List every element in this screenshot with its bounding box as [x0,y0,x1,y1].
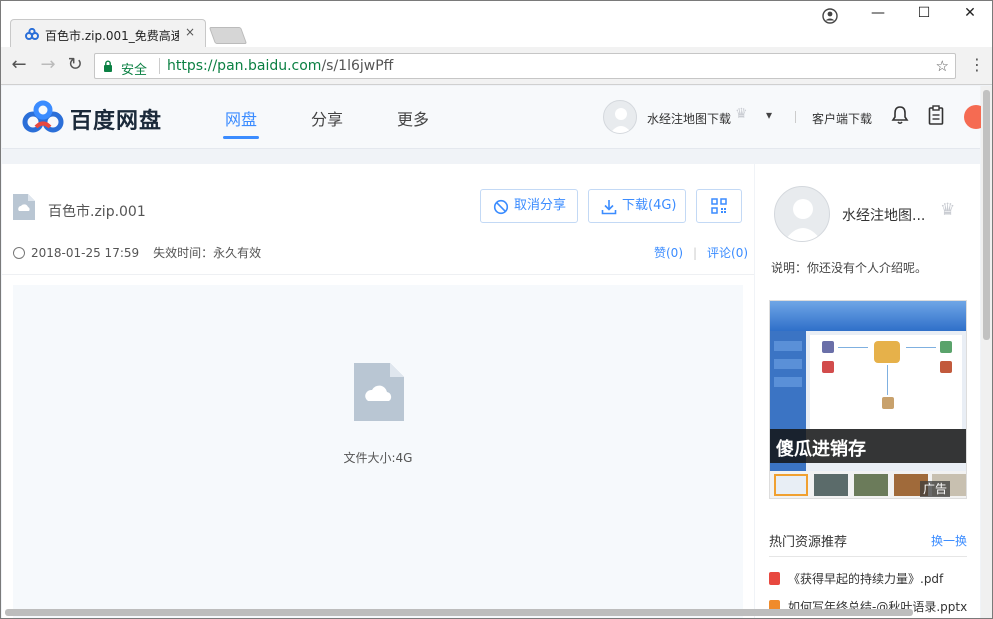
pdf-file-icon [769,572,780,585]
ad-thumbnail[interactable] [854,474,888,496]
hot-divider [769,556,967,557]
social-links: 赞(0) | 评论(0) [654,244,748,261]
clock-icon [13,247,25,259]
cancel-share-label: 取消分享 [514,198,567,213]
address-separator [159,58,160,74]
tab-title: 百色市.zip.001_免费高速下载 [45,29,179,43]
cancel-share-button[interactable]: 取消分享 [480,189,578,223]
download-icon [601,200,617,215]
new-tab-button[interactable] [208,27,248,44]
browser-window: 百色市.zip.001_免费高速下载 × — ☐ ✕ ← → ↻ 安全 http… [0,0,993,619]
share-date: 2018-01-25 17:59 [31,246,140,260]
nav-netdisk[interactable]: 网盘 [225,106,257,130]
url-text[interactable]: https://pan.baidu.com/s/1l6jwPff [167,58,393,74]
ban-icon [493,199,509,215]
account-icon[interactable] [822,8,838,24]
tab-close-icon[interactable]: × [185,25,195,39]
file-size-label: 文件大小:4G [343,451,413,465]
reload-button[interactable]: ↻ [64,55,86,75]
hot-item[interactable]: 《获得早起的持续力量》.pdf [769,570,943,587]
ad-app-content [810,335,962,429]
address-bar[interactable]: 安全 https://pan.baidu.com/s/1l6jwPff ☆ [94,53,956,79]
clipboard-icon[interactable] [928,105,944,125]
back-button[interactable]: ← [8,55,30,75]
file-preview: 文件大小:4G [13,285,743,618]
links-separator: | [693,246,698,260]
ad-app-topbar [770,301,966,331]
avatar-silhouette-icon [610,108,632,133]
header-user-name[interactable]: 水经注地图下载 [647,110,731,127]
expire-time: 失效时间：永久有效 [153,246,262,260]
vertical-scrollbar[interactable] [981,86,992,618]
forward-button[interactable]: → [37,55,59,75]
chevron-down-icon[interactable]: ▾ [766,108,772,122]
hot-resources-title: 热门资源推荐 [769,535,848,550]
page: 百度网盘 网盘 分享 更多 水经注地图下载 ♛ ▾ 客户端下载 百色市.zip.… [2,86,992,618]
ad-thumbnail[interactable] [774,474,808,496]
ad-banner[interactable]: 傻瓜进销存 广告 [769,300,967,499]
url-host: https://pan.baidu.com [167,58,322,74]
switch-link[interactable]: 换一换 [931,532,967,549]
close-window-button[interactable]: ✕ [955,5,985,21]
vip-crown-icon: ♛ [940,200,956,220]
minimize-button[interactable]: — [863,5,893,21]
download-label: 下载(4G) [622,198,677,213]
baidu-pan-logo-icon[interactable] [22,100,64,134]
ad-screenshot: 傻瓜进销存 [770,301,966,471]
ad-thumbnail[interactable] [814,474,848,496]
sharer-sidebar: 水经注地图... ♛ 说明：你还没有个人介绍呢。 傻瓜进销存 广告 热门资源推荐… [755,164,980,618]
nav-active-indicator [223,136,259,139]
download-button[interactable]: 下载(4G) [588,189,686,223]
comment-link[interactable]: 评论(0) [707,246,748,260]
qrcode-button[interactable] [696,189,742,223]
baidu-pan-favicon [25,28,39,40]
sharer-description: 说明：你还没有个人介绍呢。 [771,261,928,275]
browser-menu-icon[interactable]: ⋮ [969,55,985,74]
nav-more[interactable]: 更多 [397,106,429,130]
sharer-name[interactable]: 水经注地图... [842,205,925,225]
title-bar: 百色市.zip.001_免费高速下载 × — ☐ ✕ [1,1,992,48]
user-avatar[interactable] [603,100,637,134]
browser-tab[interactable]: 百色市.zip.001_免费高速下载 × [10,19,206,48]
file-icon [13,194,35,220]
secure-label: 安全 [121,63,148,78]
vip-crown-icon: ♛ [735,106,748,122]
file-name: 百色市.zip.001 [48,204,146,220]
maximize-button[interactable]: ☐ [909,5,939,21]
site-header: 百度网盘 网盘 分享 更多 水经注地图下载 ♛ ▾ 客户端下载 [2,86,988,149]
url-path: /s/1l6jwPff [321,58,394,74]
client-download-link[interactable]: 客户端下载 [812,110,872,127]
ad-title: 傻瓜进销存 [776,439,866,460]
horizontal-scrollbar[interactable] [2,606,980,618]
file-panel: 百色市.zip.001 取消分享 下载(4G) 2018-01-25 17:59… [2,164,754,618]
avatar-silhouette-icon [784,199,822,241]
browser-toolbar: ← → ↻ 安全 https://pan.baidu.com/s/1l6jwPf… [1,47,992,85]
file-large-icon [354,363,404,421]
vertical-scroll-thumb[interactable] [983,90,990,340]
sharer-avatar[interactable] [774,186,830,242]
ad-label: 广告 [920,481,951,497]
hot-item-label: 《获得早起的持续力量》.pdf [788,572,944,586]
horizontal-scroll-thumb[interactable] [5,609,913,616]
meta-divider [2,274,754,275]
qrcode-icon [711,198,727,214]
bookmark-star-icon[interactable]: ☆ [936,57,949,75]
lock-icon [104,60,112,72]
bell-icon[interactable] [891,105,909,125]
like-link[interactable]: 赞(0) [654,246,683,260]
nav-share[interactable]: 分享 [311,106,343,130]
file-meta: 2018-01-25 17:59 失效时间：永久有效 [13,244,261,261]
header-separator [795,111,796,123]
logo-text[interactable]: 百度网盘 [70,103,162,135]
